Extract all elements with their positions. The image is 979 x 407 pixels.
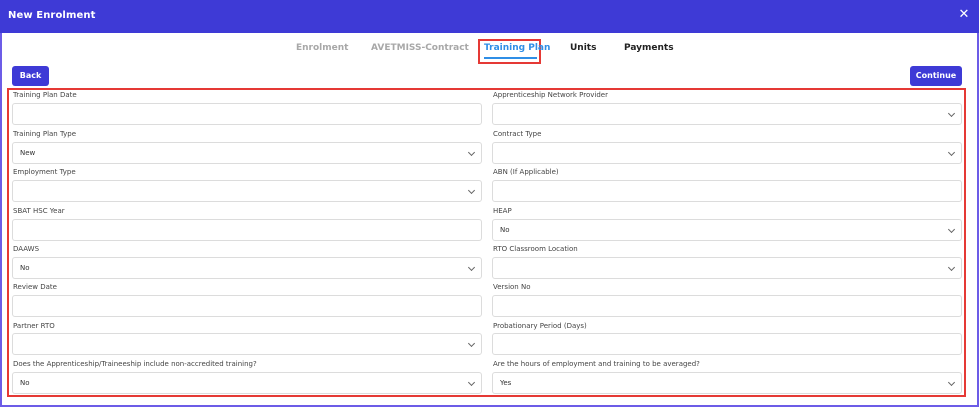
apprenticeship-network-provider-select[interactable] bbox=[492, 103, 962, 125]
back-button[interactable]: Back bbox=[12, 66, 49, 86]
label-abn: ABN (If Applicable) bbox=[493, 168, 559, 176]
label-training-plan-date: Training Plan Date bbox=[13, 91, 77, 99]
non-accredited-training-select[interactable]: No bbox=[12, 372, 482, 394]
sbat-hsc-year-input[interactable] bbox=[12, 219, 482, 241]
label-review-date: Review Date bbox=[13, 283, 57, 291]
chevron-down-icon bbox=[467, 339, 476, 348]
label-version-no: Version No bbox=[493, 283, 531, 291]
training-plan-type-value: New bbox=[20, 149, 36, 157]
active-tab-underline bbox=[484, 57, 537, 59]
close-icon[interactable]: ✕ bbox=[957, 7, 971, 23]
chevron-down-icon bbox=[947, 225, 956, 234]
label-sbat-hsc-year: SBAT HSC Year bbox=[13, 207, 65, 215]
continue-button[interactable]: Continue bbox=[910, 66, 962, 86]
modal-title: New Enrolment bbox=[8, 10, 96, 21]
label-contract-type: Contract Type bbox=[493, 130, 542, 138]
tab-avetmiss-contract[interactable]: AVETMISS-Contract bbox=[371, 43, 469, 53]
non-accredited-training-value: No bbox=[20, 379, 30, 387]
training-plan-type-select[interactable]: New bbox=[12, 142, 482, 164]
chevron-down-icon bbox=[467, 263, 476, 272]
label-apprenticeship-network-provider: Apprenticeship Network Provider bbox=[493, 91, 608, 99]
label-daaws: DAAWS bbox=[13, 245, 40, 253]
chevron-down-icon bbox=[947, 148, 956, 157]
partner-rto-select[interactable] bbox=[12, 333, 482, 355]
heap-value: No bbox=[500, 226, 510, 234]
abn-input[interactable] bbox=[492, 180, 962, 202]
chevron-down-icon bbox=[467, 148, 476, 157]
chevron-down-icon bbox=[947, 378, 956, 387]
contract-type-select[interactable] bbox=[492, 142, 962, 164]
training-plan-date-input[interactable] bbox=[12, 103, 482, 125]
label-non-accredited-training: Does the Apprenticeship/Traineeship incl… bbox=[13, 360, 257, 368]
chevron-down-icon bbox=[467, 378, 476, 387]
daaws-value: No bbox=[20, 264, 30, 272]
label-hours-averaged: Are the hours of employment and training… bbox=[493, 360, 700, 368]
tab-units[interactable]: Units bbox=[570, 43, 596, 53]
tab-enrolment[interactable]: Enrolment bbox=[296, 43, 348, 53]
chevron-down-icon bbox=[947, 109, 956, 118]
label-heap: HEAP bbox=[493, 207, 512, 215]
probationary-period-input[interactable] bbox=[492, 333, 962, 355]
modal-header: New Enrolment ✕ bbox=[0, 0, 979, 33]
tab-training-plan[interactable]: Training Plan bbox=[484, 43, 550, 53]
label-partner-rto: Partner RTO bbox=[13, 322, 55, 330]
heap-select[interactable]: No bbox=[492, 219, 962, 241]
version-no-input[interactable] bbox=[492, 295, 962, 317]
rto-classroom-location-select[interactable] bbox=[492, 257, 962, 279]
chevron-down-icon bbox=[947, 263, 956, 272]
review-date-input[interactable] bbox=[12, 295, 482, 317]
label-rto-classroom-location: RTO Classroom Location bbox=[493, 245, 578, 253]
hours-averaged-select[interactable]: Yes bbox=[492, 372, 962, 394]
hours-averaged-value: Yes bbox=[500, 379, 512, 387]
label-probationary-period: Probationary Period (Days) bbox=[493, 322, 587, 330]
daaws-select[interactable]: No bbox=[12, 257, 482, 279]
label-employment-type: Employment Type bbox=[13, 168, 76, 176]
label-training-plan-type: Training Plan Type bbox=[13, 130, 77, 138]
tab-payments[interactable]: Payments bbox=[624, 43, 674, 53]
employment-type-select[interactable] bbox=[12, 180, 482, 202]
chevron-down-icon bbox=[467, 186, 476, 195]
